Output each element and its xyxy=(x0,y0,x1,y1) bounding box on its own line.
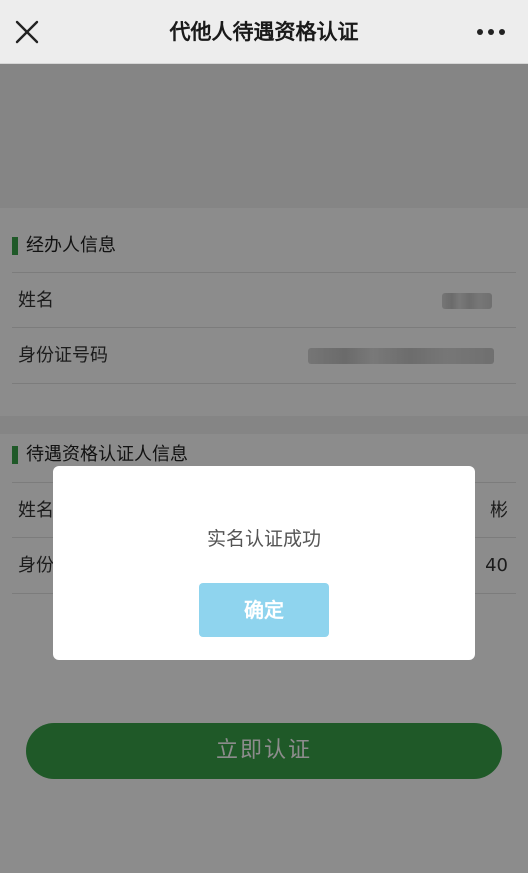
more-horizontal-icon[interactable] xyxy=(476,24,506,40)
dialog-message: 实名认证成功 xyxy=(206,528,321,550)
page-title: 代他人待遇资格认证 xyxy=(169,20,359,44)
confirm-button[interactable]: 确定 xyxy=(199,583,329,637)
success-dialog: 实名认证成功 确定 xyxy=(53,466,475,660)
top-bar: 代他人待遇资格认证 xyxy=(0,0,528,64)
